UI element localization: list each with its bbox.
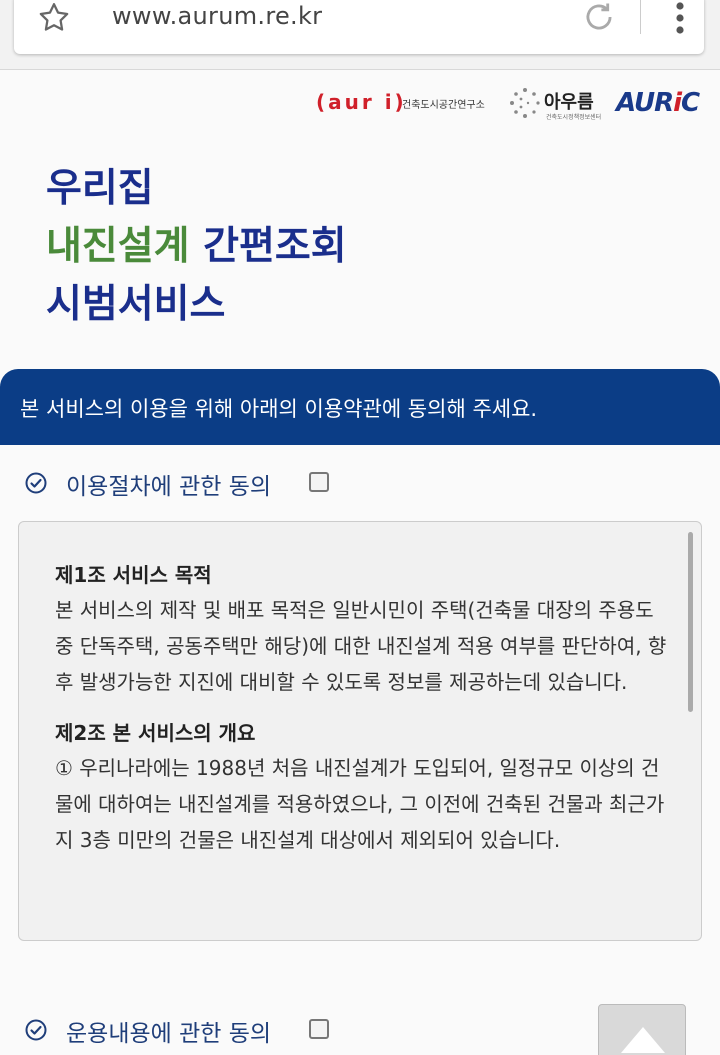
reload-icon[interactable] xyxy=(580,0,618,36)
aurum-logo[interactable]: 아우름 xyxy=(544,88,594,114)
browser-toolbar: www.aurum.re.kr xyxy=(0,0,720,70)
aurum-logo-icon xyxy=(510,88,540,118)
notice-banner: 본 서비스의 이용을 위해 아래의 이용약관에 동의해 주세요. xyxy=(0,369,720,445)
consent-procedure: 이용절차에 관한 동의 xyxy=(24,463,344,503)
consent-operation-label: 운용내용에 관한 동의 xyxy=(66,1021,272,1047)
title-line-1: 우리집 xyxy=(46,166,154,211)
url-text[interactable]: www.aurum.re.kr xyxy=(112,2,322,30)
check-circle-icon xyxy=(25,1019,47,1041)
terms-content: 제1조 서비스 목적 본 서비스의 제작 및 배포 목적은 일반시민이 주택(건… xyxy=(55,558,675,874)
url-bar[interactable]: www.aurum.re.kr xyxy=(14,0,704,54)
kebab-menu-icon[interactable] xyxy=(666,0,694,36)
partner-logos: (aur i) 건축도시공간연구소 아우름 건축도시정책정보센터 AURiC xyxy=(0,82,720,130)
title-highlight: 내진설계 xyxy=(46,224,190,269)
consent-operation-checkbox[interactable] xyxy=(309,1019,329,1039)
consent-procedure-checkbox[interactable] xyxy=(309,472,329,492)
auri-name: 건축도시공간연구소 xyxy=(402,100,485,111)
article-title: 제1조 서비스 목적 xyxy=(55,563,212,587)
notice-banner-text: 본 서비스의 이용을 위해 아래의 이용약관에 동의해 주세요. xyxy=(20,397,538,421)
toolbar-divider xyxy=(640,0,641,34)
aurum-sub: 건축도시정책정보센터 xyxy=(546,114,602,121)
page-title: 우리집 내진설계 간편조회 시범서비스 xyxy=(46,160,347,334)
auri-logo[interactable]: (aur i) xyxy=(316,90,407,114)
article-body: ① 우리나라에는 1988년 처음 내진설계가 도입되어, 일정규모 이상의 건… xyxy=(55,756,665,852)
article-body: 본 서비스의 제작 및 배포 목적은 일반시민이 주택(건축물 대장의 주용도 … xyxy=(55,598,667,694)
title-line-3: 시범서비스 xyxy=(46,282,226,327)
title-line-2-rest: 간편조회 xyxy=(189,224,347,269)
star-icon[interactable] xyxy=(36,0,72,36)
consent-operation: 운용내용에 관한 동의 xyxy=(24,1010,344,1050)
scroll-top-button[interactable] xyxy=(598,1004,686,1055)
terms-box[interactable]: 제1조 서비스 목적 본 서비스의 제작 및 배포 목적은 일반시민이 주택(건… xyxy=(18,521,702,941)
consent-procedure-label: 이용절차에 관한 동의 xyxy=(66,474,272,500)
triangle-up-icon xyxy=(621,1027,665,1053)
auric-logo[interactable]: AURiC xyxy=(616,88,700,118)
check-circle-icon xyxy=(25,472,47,494)
article-title: 제2조 본 서비스의 개요 xyxy=(55,721,256,745)
terms-scrollbar[interactable] xyxy=(688,532,693,712)
title-line-2: 내진설계 간편조회 xyxy=(46,218,347,276)
